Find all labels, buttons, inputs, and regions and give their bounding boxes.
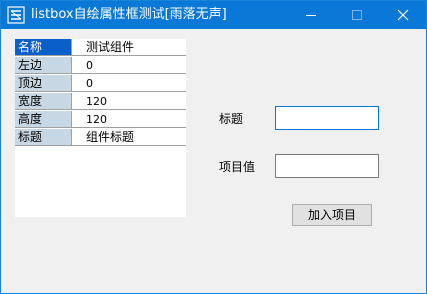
title-label: 标题 — [219, 112, 244, 126]
property-value: 120 — [72, 93, 186, 110]
property-row-title[interactable]: 标题 组件标题 — [15, 129, 186, 147]
property-key: 高度 — [15, 111, 72, 128]
minimize-icon — [306, 15, 316, 16]
property-row-name[interactable]: 名称 测试组件 — [15, 39, 186, 57]
property-key: 顶边 — [15, 75, 72, 92]
property-value: 0 — [72, 57, 186, 74]
property-row-width[interactable]: 宽度 120 — [15, 93, 186, 111]
property-value: 0 — [72, 75, 186, 92]
property-value: 组件标题 — [72, 129, 186, 146]
property-listbox[interactable]: 名称 测试组件 左边 0 顶边 0 宽度 120 高度 120 标题 组件标题 — [15, 39, 186, 217]
add-item-button[interactable]: 加入项目 — [292, 204, 372, 226]
property-key: 名称 — [15, 39, 72, 56]
maximize-icon — [352, 10, 362, 20]
property-row-height[interactable]: 高度 120 — [15, 111, 186, 129]
main-window: listbox自绘属性框测试[雨落无声] 名称 测试组件 左边 0 顶边 0 宽… — [0, 0, 427, 294]
property-value: 测试组件 — [72, 39, 186, 56]
close-icon — [397, 9, 409, 21]
property-key: 宽度 — [15, 93, 72, 110]
minimize-button[interactable] — [288, 1, 334, 29]
title-bar[interactable]: listbox自绘属性框测试[雨落无声] — [1, 1, 426, 29]
close-button[interactable] — [380, 1, 426, 29]
maximize-button[interactable] — [334, 1, 380, 29]
title-input[interactable] — [275, 106, 379, 130]
property-row-top[interactable]: 顶边 0 — [15, 75, 186, 93]
property-value: 120 — [72, 111, 186, 128]
window-title: listbox自绘属性框测试[雨落无声] — [31, 7, 227, 22]
property-key: 左边 — [15, 57, 72, 74]
app-icon — [7, 6, 25, 24]
property-key: 标题 — [15, 129, 72, 146]
item-value-label: 项目值 — [219, 160, 256, 174]
property-row-left[interactable]: 左边 0 — [15, 57, 186, 75]
item-value-input[interactable] — [275, 154, 379, 178]
